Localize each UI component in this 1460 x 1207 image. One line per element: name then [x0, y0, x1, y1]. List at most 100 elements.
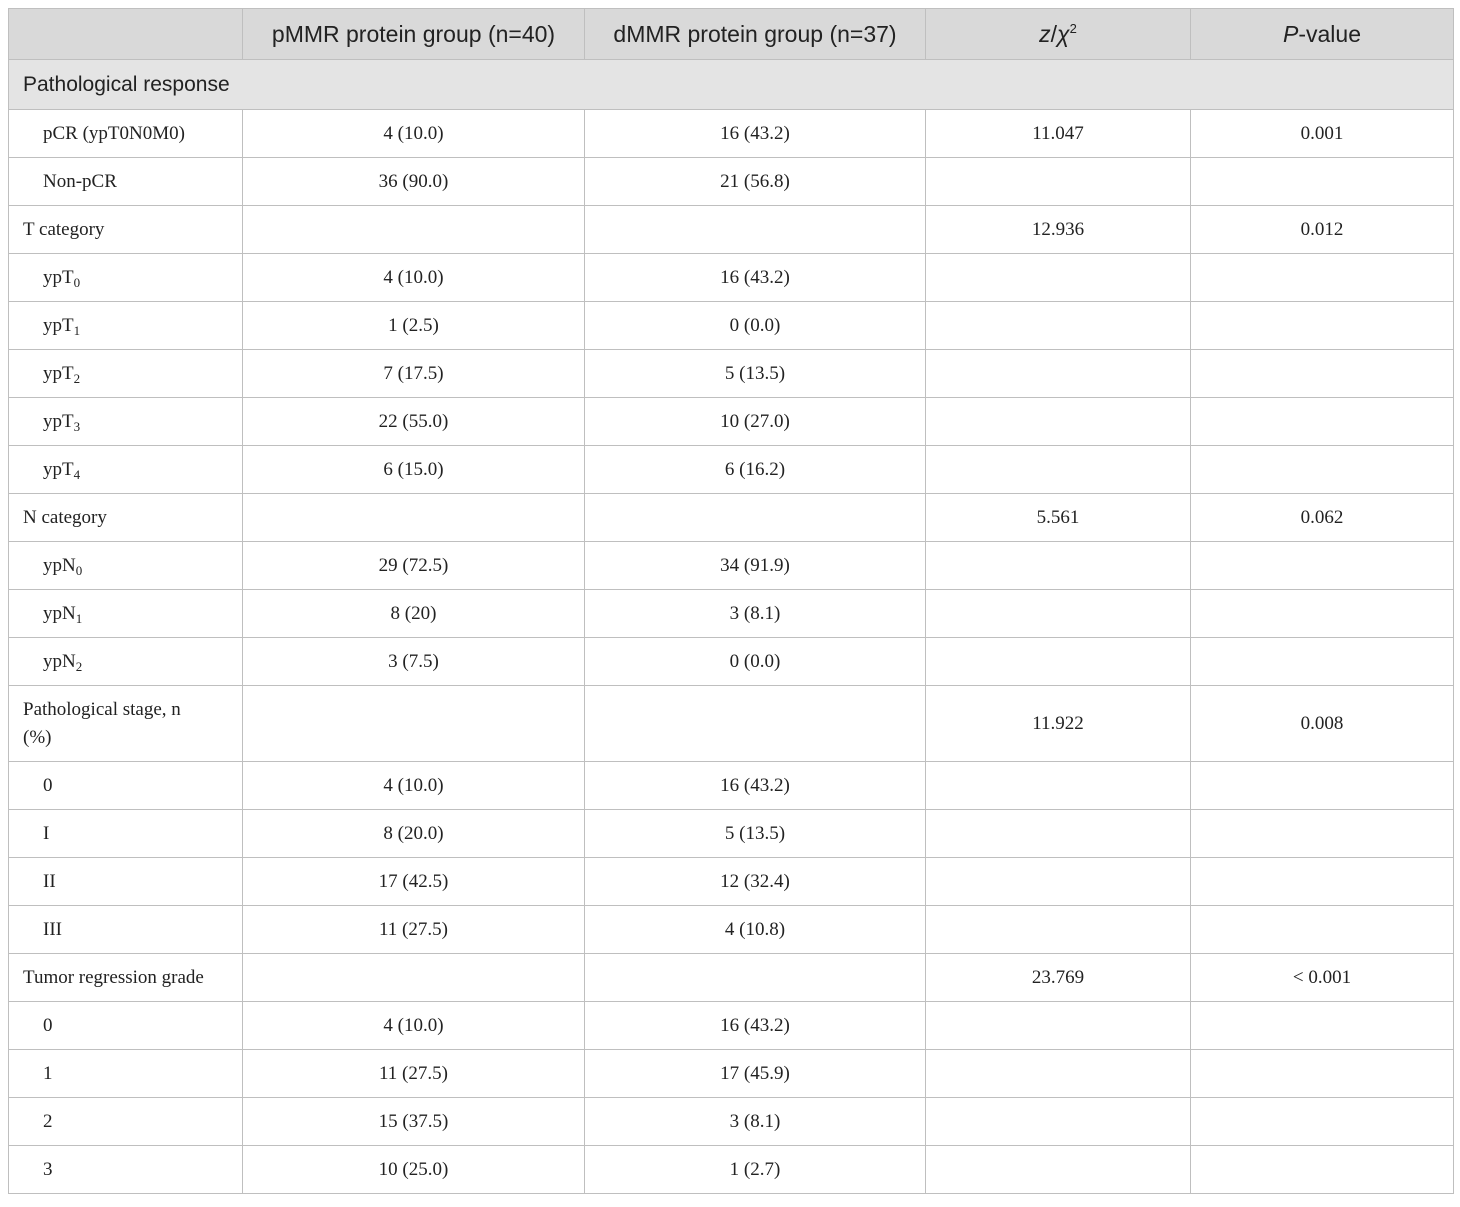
row-label: 0 [8, 1001, 243, 1050]
dmmr-cell: 3 (8.1) [584, 1097, 926, 1146]
pmmr-cell: 17 (42.5) [242, 857, 585, 906]
pmmr-cell: 4 (10.0) [242, 253, 585, 302]
row-label-sub: 0 [75, 562, 83, 578]
row-label: N category [8, 493, 243, 542]
row-label: ypT3 [8, 397, 243, 446]
stat-cell: 11.047 [925, 109, 1191, 158]
stat-cell [925, 157, 1191, 206]
p-cell [1190, 301, 1454, 350]
section-label: Pathological response [8, 59, 1454, 110]
pmmr-cell [242, 953, 585, 1002]
row-label: 1 [8, 1049, 243, 1098]
p-cell [1190, 1145, 1454, 1194]
dmmr-cell: 17 (45.9) [584, 1049, 926, 1098]
header-p-rest: -value [1298, 20, 1361, 47]
row-label: ypT4 [8, 445, 243, 494]
p-cell: 0.062 [1190, 493, 1454, 542]
dmmr-cell: 6 (16.2) [584, 445, 926, 494]
table-row: pCR (ypT0N0M0) 4 (10.0) 16 (43.2) 11.047… [8, 109, 1454, 158]
table-row: ypT3 22 (55.0) 10 (27.0) [8, 397, 1454, 446]
header-p: P [1283, 20, 1299, 47]
row-label-sub: 2 [75, 658, 83, 674]
p-cell [1190, 1049, 1454, 1098]
p-cell [1190, 541, 1454, 590]
p-cell [1190, 445, 1454, 494]
pmmr-cell [242, 685, 585, 762]
row-label: III [8, 905, 243, 954]
dmmr-cell: 4 (10.8) [584, 905, 926, 954]
dmmr-cell: 16 (43.2) [584, 109, 926, 158]
p-cell: < 0.001 [1190, 953, 1454, 1002]
table-row: I 8 (20.0) 5 (13.5) [8, 809, 1454, 858]
p-cell [1190, 1001, 1454, 1050]
pmmr-cell: 1 (2.5) [242, 301, 585, 350]
stat-cell: 5.561 [925, 493, 1191, 542]
dmmr-cell [584, 685, 926, 762]
header-chi: χ [1057, 20, 1070, 47]
dmmr-cell: 1 (2.7) [584, 1145, 926, 1194]
pmmr-cell [242, 205, 585, 254]
section-row: Pathological response [8, 59, 1454, 110]
row-label-text: ypT [43, 458, 74, 480]
row-label: Non-pCR [8, 157, 243, 206]
row-label: I [8, 809, 243, 858]
stat-cell [925, 541, 1191, 590]
stat-cell [925, 761, 1191, 810]
p-cell [1190, 761, 1454, 810]
p-cell [1190, 253, 1454, 302]
pmmr-cell: 36 (90.0) [242, 157, 585, 206]
header-chi-sup: 2 [1069, 20, 1077, 36]
row-label-text: ypT [43, 266, 74, 288]
stat-cell [925, 253, 1191, 302]
p-cell [1190, 637, 1454, 686]
dmmr-cell: 10 (27.0) [584, 397, 926, 446]
pmmr-cell: 4 (10.0) [242, 761, 585, 810]
table-row: Pathological stage, n (%) 11.922 0.008 [8, 685, 1454, 762]
stat-cell [925, 1145, 1191, 1194]
dmmr-cell: 0 (0.0) [584, 301, 926, 350]
row-label-text: ypT [43, 362, 74, 384]
pmmr-cell: 3 (7.5) [242, 637, 585, 686]
p-cell [1190, 1097, 1454, 1146]
table-row: 2 15 (37.5) 3 (8.1) [8, 1097, 1454, 1146]
pmmr-cell: 4 (10.0) [242, 1001, 585, 1050]
table-row: 3 10 (25.0) 1 (2.7) [8, 1145, 1454, 1194]
stat-cell [925, 905, 1191, 954]
row-label: ypT2 [8, 349, 243, 398]
row-label-sub: 1 [75, 610, 83, 626]
p-cell [1190, 809, 1454, 858]
row-label-sub: 1 [73, 322, 81, 338]
header-dmmr: dMMR protein group (n=37) [584, 8, 926, 60]
row-label-text: ypT [43, 410, 74, 432]
p-cell [1190, 157, 1454, 206]
table-row: Non-pCR 36 (90.0) 21 (56.8) [8, 157, 1454, 206]
row-label-line2: (%) [23, 726, 52, 748]
pmmr-cell: 10 (25.0) [242, 1145, 585, 1194]
row-label: T category [8, 205, 243, 254]
dmmr-cell: 16 (43.2) [584, 761, 926, 810]
row-label: ypT0 [8, 253, 243, 302]
row-label: Pathological stage, n (%) [8, 685, 243, 762]
pmmr-cell: 6 (15.0) [242, 445, 585, 494]
pmmr-cell: 11 (27.5) [242, 905, 585, 954]
table-row: 1 11 (27.5) 17 (45.9) [8, 1049, 1454, 1098]
stat-cell: 12.936 [925, 205, 1191, 254]
header-p-value: P-value [1190, 8, 1454, 60]
stat-cell [925, 1049, 1191, 1098]
stat-cell: 23.769 [925, 953, 1191, 1002]
table-row: ypT4 6 (15.0) 6 (16.2) [8, 445, 1454, 494]
dmmr-cell [584, 493, 926, 542]
p-cell [1190, 349, 1454, 398]
dmmr-cell: 21 (56.8) [584, 157, 926, 206]
p-cell [1190, 857, 1454, 906]
table-row: ypT0 4 (10.0) 16 (43.2) [8, 253, 1454, 302]
dmmr-cell: 34 (91.9) [584, 541, 926, 590]
dmmr-cell: 16 (43.2) [584, 253, 926, 302]
stat-cell: 11.922 [925, 685, 1191, 762]
pmmr-cell: 15 (37.5) [242, 1097, 585, 1146]
table-row: ypT2 7 (17.5) 5 (13.5) [8, 349, 1454, 398]
table-row: N category 5.561 0.062 [8, 493, 1454, 542]
row-label-sub: 3 [73, 418, 81, 434]
dmmr-cell [584, 205, 926, 254]
results-table: pMMR protein group (n=40) dMMR protein g… [8, 8, 1454, 1194]
